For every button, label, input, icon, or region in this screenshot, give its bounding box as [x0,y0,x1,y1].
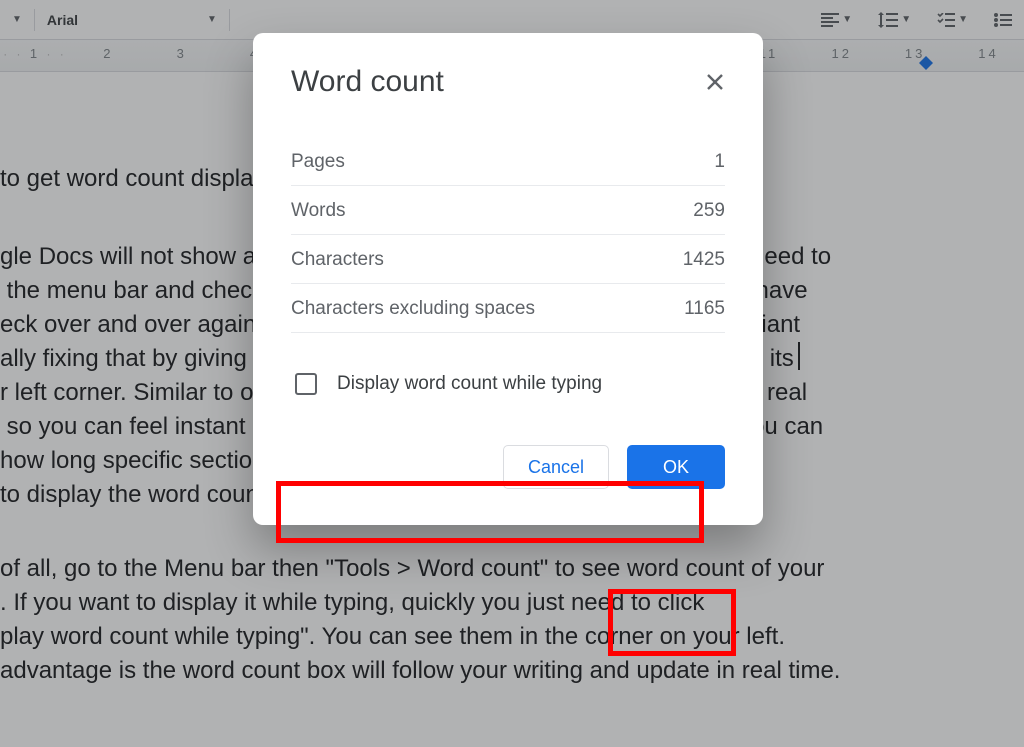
stat-value: 1165 [684,298,725,320]
checkbox[interactable] [295,373,317,395]
dialog-title: Word count [291,65,444,99]
stat-value: 1425 [683,249,725,271]
checkbox-label: Display word count while typing [337,373,602,395]
ok-button[interactable]: OK [627,445,725,489]
stat-value: 1 [714,151,725,173]
stat-row-words: Words 259 [291,186,725,235]
stat-label: Pages [291,151,345,173]
stat-row-characters-no-spaces: Characters excluding spaces 1165 [291,284,725,333]
stat-value: 259 [693,200,725,222]
stats-list: Pages 1 Words 259 Characters 1425 Charac… [291,137,725,333]
stat-row-characters: Characters 1425 [291,235,725,284]
stat-label: Characters [291,249,384,271]
stat-label: Characters excluding spaces [291,298,535,320]
display-while-typing-option[interactable]: Display word count while typing [291,367,725,401]
stat-row-pages: Pages 1 [291,137,725,186]
close-button[interactable] [705,72,725,92]
stat-label: Words [291,200,346,222]
close-icon [705,72,725,92]
cancel-button[interactable]: Cancel [503,445,609,489]
word-count-dialog: Word count Pages 1 Words 259 Characters … [253,33,763,525]
